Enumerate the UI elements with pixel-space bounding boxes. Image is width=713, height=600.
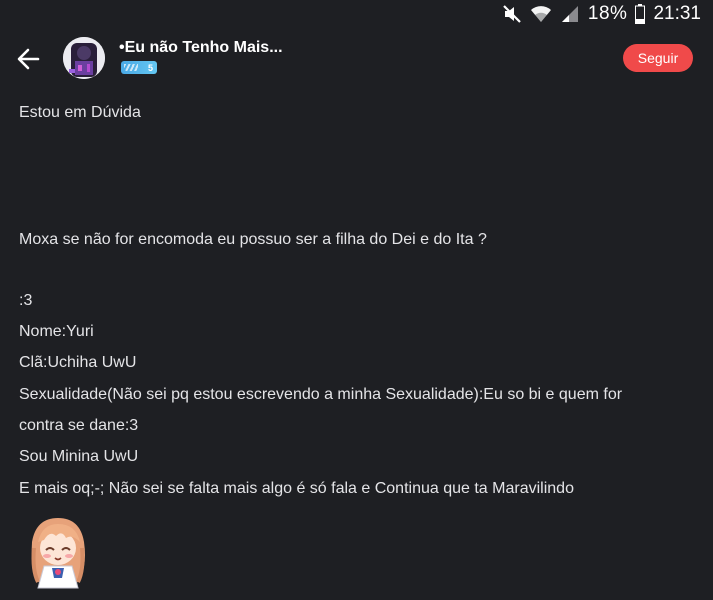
follow-button[interactable]: Seguir	[623, 44, 693, 72]
post-line: E mais oq;-; Não sei se falta mais algo …	[19, 480, 574, 497]
battery-icon	[635, 4, 646, 24]
level-badge: 5	[121, 61, 157, 74]
author-name[interactable]: •Eu não Tenho Mais...	[119, 39, 283, 57]
post-line: Nome:Yuri	[19, 323, 94, 340]
post-line: contra se dane:3	[19, 417, 139, 434]
post-line: :3	[19, 292, 33, 309]
post-line: Clã:Uchiha UwU	[19, 354, 137, 371]
post-line: Sou Minina UwU	[19, 448, 139, 465]
back-button[interactable]	[14, 44, 44, 74]
post-line: Moxa se não for encomoda eu possuo ser a…	[19, 231, 487, 248]
post-header: •Eu não Tenho Mais... 5 Seguir	[0, 30, 713, 92]
anime-girl-sticker	[22, 512, 94, 590]
post-line: Sexualidade(Não sei pq estou escrevendo …	[19, 386, 623, 403]
signal-icon	[561, 6, 578, 22]
sticker-image	[31, 518, 85, 589]
post-title: Estou em Dúvida	[19, 104, 141, 121]
level-badge-stripes	[124, 64, 138, 71]
level-number: 5	[147, 62, 153, 73]
author-avatar[interactable]	[63, 37, 105, 79]
avatar-image	[63, 37, 105, 79]
clock: 21:31	[653, 3, 701, 24]
battery-percent: 18%	[587, 3, 628, 24]
wifi-icon	[530, 6, 551, 22]
mute-icon	[503, 5, 521, 23]
status-bar: 18% 21:31	[0, 0, 713, 30]
arrow-left-icon	[17, 48, 40, 70]
status-icons: 18% 21:31	[502, 3, 701, 25]
